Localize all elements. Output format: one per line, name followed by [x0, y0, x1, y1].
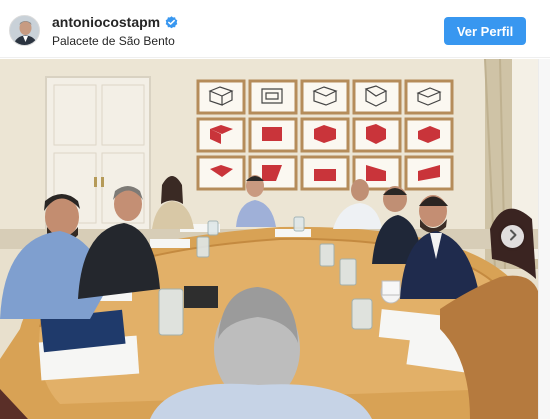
username-row: antoniocostapm	[52, 14, 178, 30]
carousel-edge	[538, 59, 550, 419]
post-header: antoniocostapm Palacete de São Bento Ver…	[0, 0, 550, 58]
wall-artworks	[196, 79, 454, 191]
username[interactable]: antoniocostapm	[52, 14, 160, 30]
verified-badge-icon	[165, 15, 178, 29]
next-image-button[interactable]	[501, 225, 524, 248]
location-link[interactable]: Palacete de São Bento	[52, 34, 175, 48]
avatar[interactable]	[9, 15, 40, 46]
chevron-right-icon	[508, 228, 518, 246]
view-profile-button[interactable]: Ver Perfil	[444, 17, 526, 45]
post-photo	[0, 59, 538, 419]
